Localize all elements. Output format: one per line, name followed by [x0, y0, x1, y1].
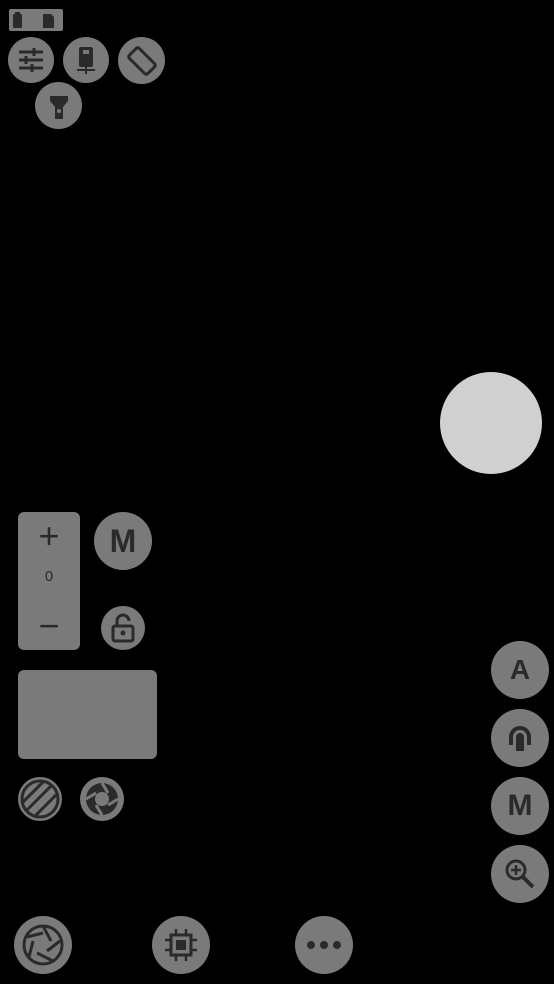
auto-rotate-button[interactable] [118, 37, 165, 84]
auto-mode-label: A [509, 654, 531, 685]
processor-button[interactable] [152, 916, 210, 974]
shutter-button[interactable] [440, 372, 542, 474]
aperture-button[interactable] [80, 777, 124, 821]
processor-chip-icon [165, 929, 197, 961]
more-options-button[interactable] [295, 916, 353, 974]
stripes-filter-button[interactable] [18, 777, 62, 821]
auto-rotate-icon [126, 45, 157, 76]
auto-mode-button[interactable]: A [491, 641, 549, 699]
lock-button[interactable] [101, 606, 145, 650]
zoom-button[interactable] [491, 845, 549, 903]
status-indicator [9, 9, 63, 31]
unlock-icon [111, 613, 135, 643]
flashlight-icon [49, 95, 68, 119]
settings-sliders-icon [19, 48, 43, 72]
exposure-value: 0 [44, 568, 54, 585]
more-options-icon [307, 941, 341, 949]
flashlight-button[interactable] [35, 82, 82, 129]
shutter-aperture-icon [22, 924, 64, 966]
phone-orientation-icon [77, 47, 95, 74]
exposure-plus-button[interactable]: + [18, 514, 80, 558]
hearing-icon [509, 726, 531, 751]
settings-button[interactable] [8, 37, 54, 83]
zoom-in-icon [505, 859, 535, 889]
sd-card-icon [43, 14, 54, 28]
exposure-minus-button[interactable]: − [18, 604, 80, 648]
hearing-button[interactable] [491, 709, 549, 767]
manual-mode-button[interactable]: M [94, 512, 152, 570]
manual-mode-label: M [109, 522, 137, 559]
manual-focus-label: M [507, 789, 533, 822]
aperture-icon [85, 782, 119, 816]
exposure-panel: + 0 − [18, 512, 80, 650]
stripes-filter-icon [20, 779, 60, 819]
phone-orientation-button[interactable] [63, 37, 109, 83]
preview-panel[interactable] [18, 670, 157, 759]
manual-focus-button[interactable]: M [491, 777, 549, 835]
shutter-settings-button[interactable] [14, 916, 72, 974]
